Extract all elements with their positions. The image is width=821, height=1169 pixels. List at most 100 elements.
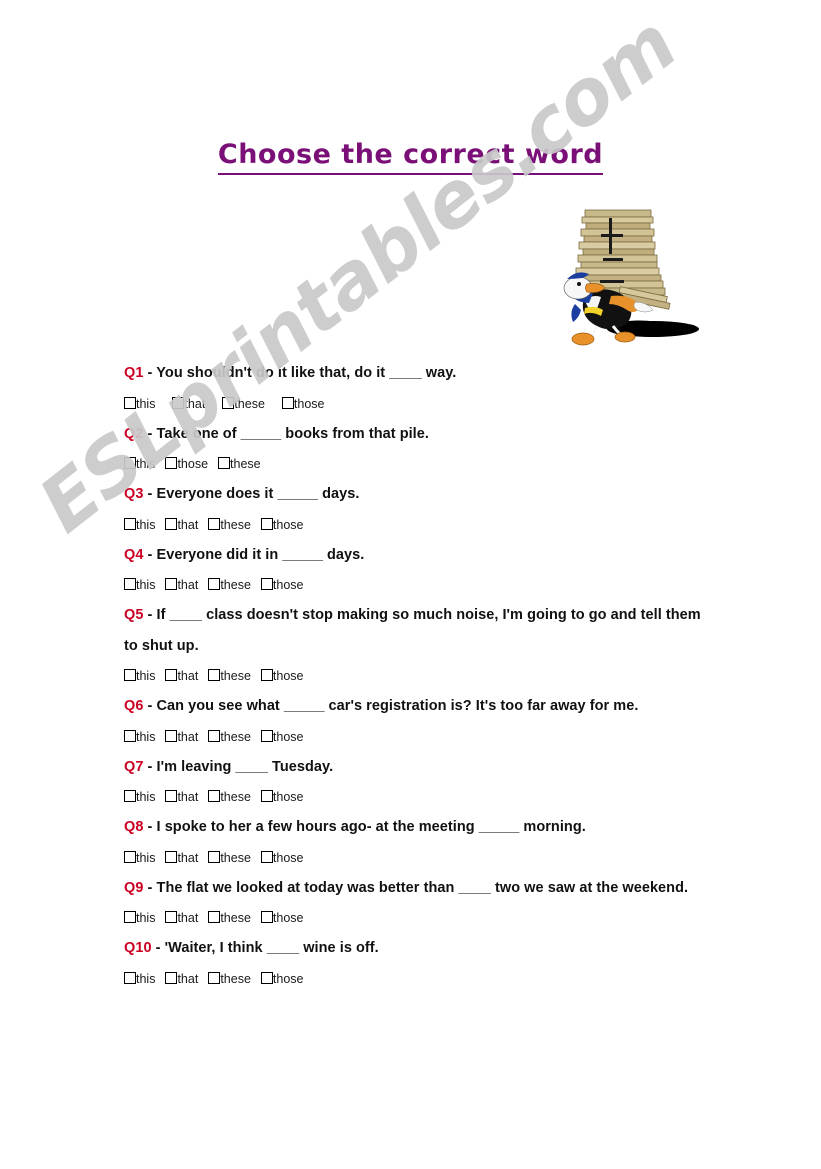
checkbox[interactable] [124, 669, 136, 681]
option-choice[interactable]: these [208, 903, 251, 933]
option-label: this [136, 729, 156, 744]
checkbox[interactable] [124, 578, 136, 590]
checkbox[interactable] [281, 396, 294, 409]
option-row: this that these those [124, 510, 714, 540]
option-choice[interactable]: those [260, 903, 304, 933]
checkbox[interactable] [208, 729, 221, 742]
question-number: Q9 [124, 879, 144, 896]
option-label: this [136, 850, 156, 865]
checkbox[interactable] [124, 457, 136, 469]
checkbox[interactable] [208, 911, 221, 923]
checkbox[interactable] [222, 396, 235, 409]
option-choice[interactable]: that [172, 389, 205, 419]
checkbox[interactable] [260, 517, 273, 530]
option-choice[interactable]: that [165, 964, 198, 994]
option-label: this [136, 669, 156, 683]
checkbox[interactable] [165, 850, 178, 863]
option-choice[interactable]: this [124, 570, 155, 600]
option-choice[interactable]: that [165, 782, 198, 812]
option-choice[interactable]: this [124, 510, 155, 540]
option-label: this [136, 517, 156, 532]
option-label: this [136, 790, 156, 804]
option-label: these [220, 790, 251, 804]
checkbox[interactable] [208, 971, 221, 984]
question-dash: - [147, 819, 153, 835]
checkbox[interactable] [260, 790, 273, 802]
question-block: Q4 - Everyone did it in _____ days. this t… [124, 540, 714, 601]
option-choice[interactable]: that [165, 661, 198, 691]
option-choice[interactable]: that [165, 722, 198, 752]
option-choice[interactable]: these [218, 449, 261, 479]
checkbox[interactable] [124, 850, 136, 863]
option-choice[interactable]: those [260, 782, 304, 812]
option-choice[interactable]: this [124, 722, 155, 752]
option-label: this [136, 578, 156, 592]
checkbox[interactable] [124, 729, 136, 742]
option-choice[interactable]: these [222, 389, 265, 419]
option-choice[interactable]: this [124, 843, 155, 873]
option-choice[interactable]: those [260, 661, 304, 691]
option-label: that [177, 971, 199, 986]
checkbox[interactable] [260, 578, 273, 590]
checkbox[interactable] [208, 850, 221, 863]
option-choice[interactable]: these [208, 510, 251, 540]
checkbox[interactable] [124, 911, 136, 923]
option-choice[interactable]: this [124, 903, 155, 933]
checkbox[interactable] [260, 971, 273, 984]
question-block: Q1 - You shouldn't do it like that, do i… [124, 358, 714, 419]
checkbox[interactable] [208, 517, 221, 530]
option-choice[interactable]: these [208, 843, 251, 873]
checkbox[interactable] [124, 790, 136, 802]
option-choice[interactable]: those [260, 570, 304, 600]
question-dash: - [147, 425, 153, 442]
option-choice[interactable]: this [124, 661, 155, 691]
option-choice[interactable]: these [208, 570, 251, 600]
checkbox[interactable] [124, 517, 136, 530]
checkbox[interactable] [218, 457, 231, 469]
checkbox[interactable] [260, 911, 273, 923]
option-choice[interactable]: that [165, 843, 198, 873]
option-choice[interactable]: those [260, 843, 304, 873]
question-dash: - [155, 940, 161, 956]
option-choice[interactable]: this [124, 389, 155, 419]
option-choice[interactable]: that [165, 510, 198, 540]
option-label: those [272, 729, 304, 744]
checkbox[interactable] [208, 578, 221, 590]
checkbox[interactable] [165, 517, 178, 530]
checkbox[interactable] [165, 578, 178, 590]
checkbox[interactable] [165, 971, 178, 984]
checkbox[interactable] [208, 669, 221, 681]
option-choice[interactable]: this [124, 782, 155, 812]
checkbox[interactable] [260, 729, 273, 742]
checkbox[interactable] [124, 971, 136, 984]
option-label: those [272, 911, 304, 925]
option-choice[interactable]: these [208, 722, 251, 752]
option-label: that [184, 396, 206, 411]
option-choice[interactable]: those [260, 964, 304, 994]
checkbox[interactable] [165, 911, 178, 923]
option-choice[interactable]: that [165, 570, 198, 600]
option-choice[interactable]: this [124, 964, 155, 994]
option-choice[interactable]: these [208, 782, 251, 812]
option-choice[interactable]: those [165, 449, 208, 479]
option-choice[interactable]: those [260, 510, 304, 540]
option-row: this that these those [124, 389, 714, 419]
option-choice[interactable]: these [208, 964, 251, 994]
checkbox[interactable] [260, 850, 273, 863]
option-choice[interactable]: these [208, 661, 251, 691]
option-choice[interactable]: this [124, 449, 155, 479]
checkbox[interactable] [172, 396, 185, 409]
option-label: this [136, 971, 156, 986]
checkbox[interactable] [165, 457, 178, 469]
option-label: those [177, 457, 209, 471]
option-choice[interactable]: those [281, 389, 325, 419]
checkbox[interactable] [260, 669, 273, 681]
checkbox[interactable] [165, 729, 178, 742]
checkbox[interactable] [165, 669, 178, 681]
checkbox[interactable] [165, 790, 178, 802]
checkbox[interactable] [124, 396, 136, 409]
option-choice[interactable]: those [260, 722, 304, 752]
option-choice[interactable]: that [165, 903, 198, 933]
option-label: that [177, 911, 199, 925]
checkbox[interactable] [208, 790, 221, 802]
